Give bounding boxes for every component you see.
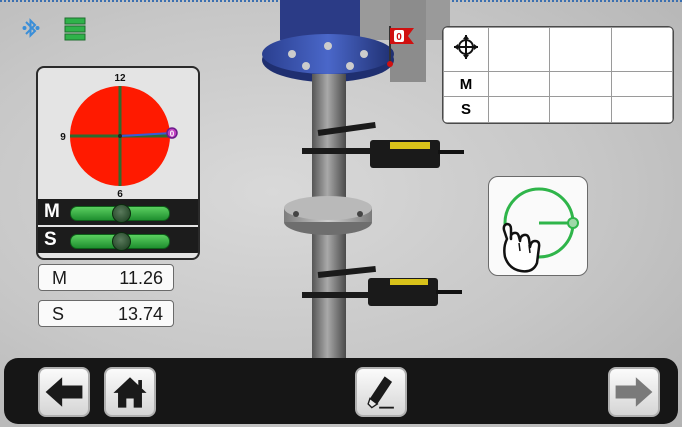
level-bubble-m bbox=[112, 204, 131, 223]
gauge-label-12: 12 bbox=[114, 73, 126, 84]
table-row-label-s: S bbox=[443, 96, 489, 123]
pen-icon bbox=[367, 376, 394, 409]
next-button[interactable] bbox=[608, 367, 660, 417]
table-header-cell bbox=[443, 27, 489, 72]
table-cell bbox=[549, 96, 612, 123]
bluetooth-icon bbox=[22, 18, 40, 38]
gauge-label-9: 9 bbox=[60, 132, 66, 143]
table-cell bbox=[487, 96, 551, 123]
table-row: M bbox=[443, 70, 673, 98]
alignment-gauge-panel: 12 9 6 0 M S bbox=[36, 66, 200, 260]
rotate-measure-button[interactable] bbox=[488, 176, 588, 276]
table-cell bbox=[549, 70, 612, 98]
level-row-s: S bbox=[38, 227, 198, 253]
level-letter-s: S bbox=[44, 229, 57, 250]
arrow-left-icon bbox=[45, 377, 83, 407]
gauge-label-6: 6 bbox=[117, 189, 123, 198]
gauge-target-label: 0 bbox=[170, 130, 175, 139]
shaft-illustration: 0 bbox=[262, 0, 464, 360]
back-button[interactable] bbox=[38, 367, 90, 417]
reading-m-label: M bbox=[52, 268, 67, 288]
level-bar-m bbox=[70, 204, 170, 223]
table-cell bbox=[487, 70, 551, 98]
table-cell bbox=[610, 27, 673, 72]
hand-rotate-icon bbox=[502, 187, 579, 273]
table-row: S bbox=[443, 96, 673, 123]
table-cell bbox=[610, 96, 673, 123]
reading-s: S 13.74 bbox=[38, 300, 174, 327]
flag-number: 0 bbox=[396, 32, 402, 43]
level-letter-m: M bbox=[44, 201, 60, 222]
reading-s-label: S bbox=[52, 304, 65, 324]
table-row bbox=[443, 27, 673, 72]
table-cell bbox=[549, 27, 612, 72]
bottom-nav-bar bbox=[4, 358, 678, 424]
level-bubble-s bbox=[112, 232, 131, 251]
results-table: M S bbox=[442, 26, 674, 124]
table-cell bbox=[487, 27, 551, 72]
table-row-label-m: M bbox=[443, 70, 489, 98]
battery-icon bbox=[64, 17, 86, 41]
level-bar-s bbox=[70, 232, 170, 251]
home-button[interactable] bbox=[104, 367, 156, 417]
reading-m-value: 11.26 bbox=[119, 268, 163, 288]
table-cell bbox=[610, 70, 673, 98]
arrow-right-icon bbox=[615, 377, 653, 407]
crosshair-icon bbox=[454, 35, 478, 60]
reading-m: M 11.26 bbox=[38, 264, 174, 291]
clock-gauge: 12 9 6 0 bbox=[60, 73, 178, 198]
edit-button[interactable] bbox=[355, 367, 407, 417]
alignment-screen: 0 12 9 6 0 M S M 11.26 S 13.74 M S bbox=[0, 0, 682, 427]
reading-s-value: 13.74 bbox=[117, 304, 163, 324]
home-icon bbox=[113, 377, 147, 408]
level-row-m: M bbox=[38, 199, 198, 225]
